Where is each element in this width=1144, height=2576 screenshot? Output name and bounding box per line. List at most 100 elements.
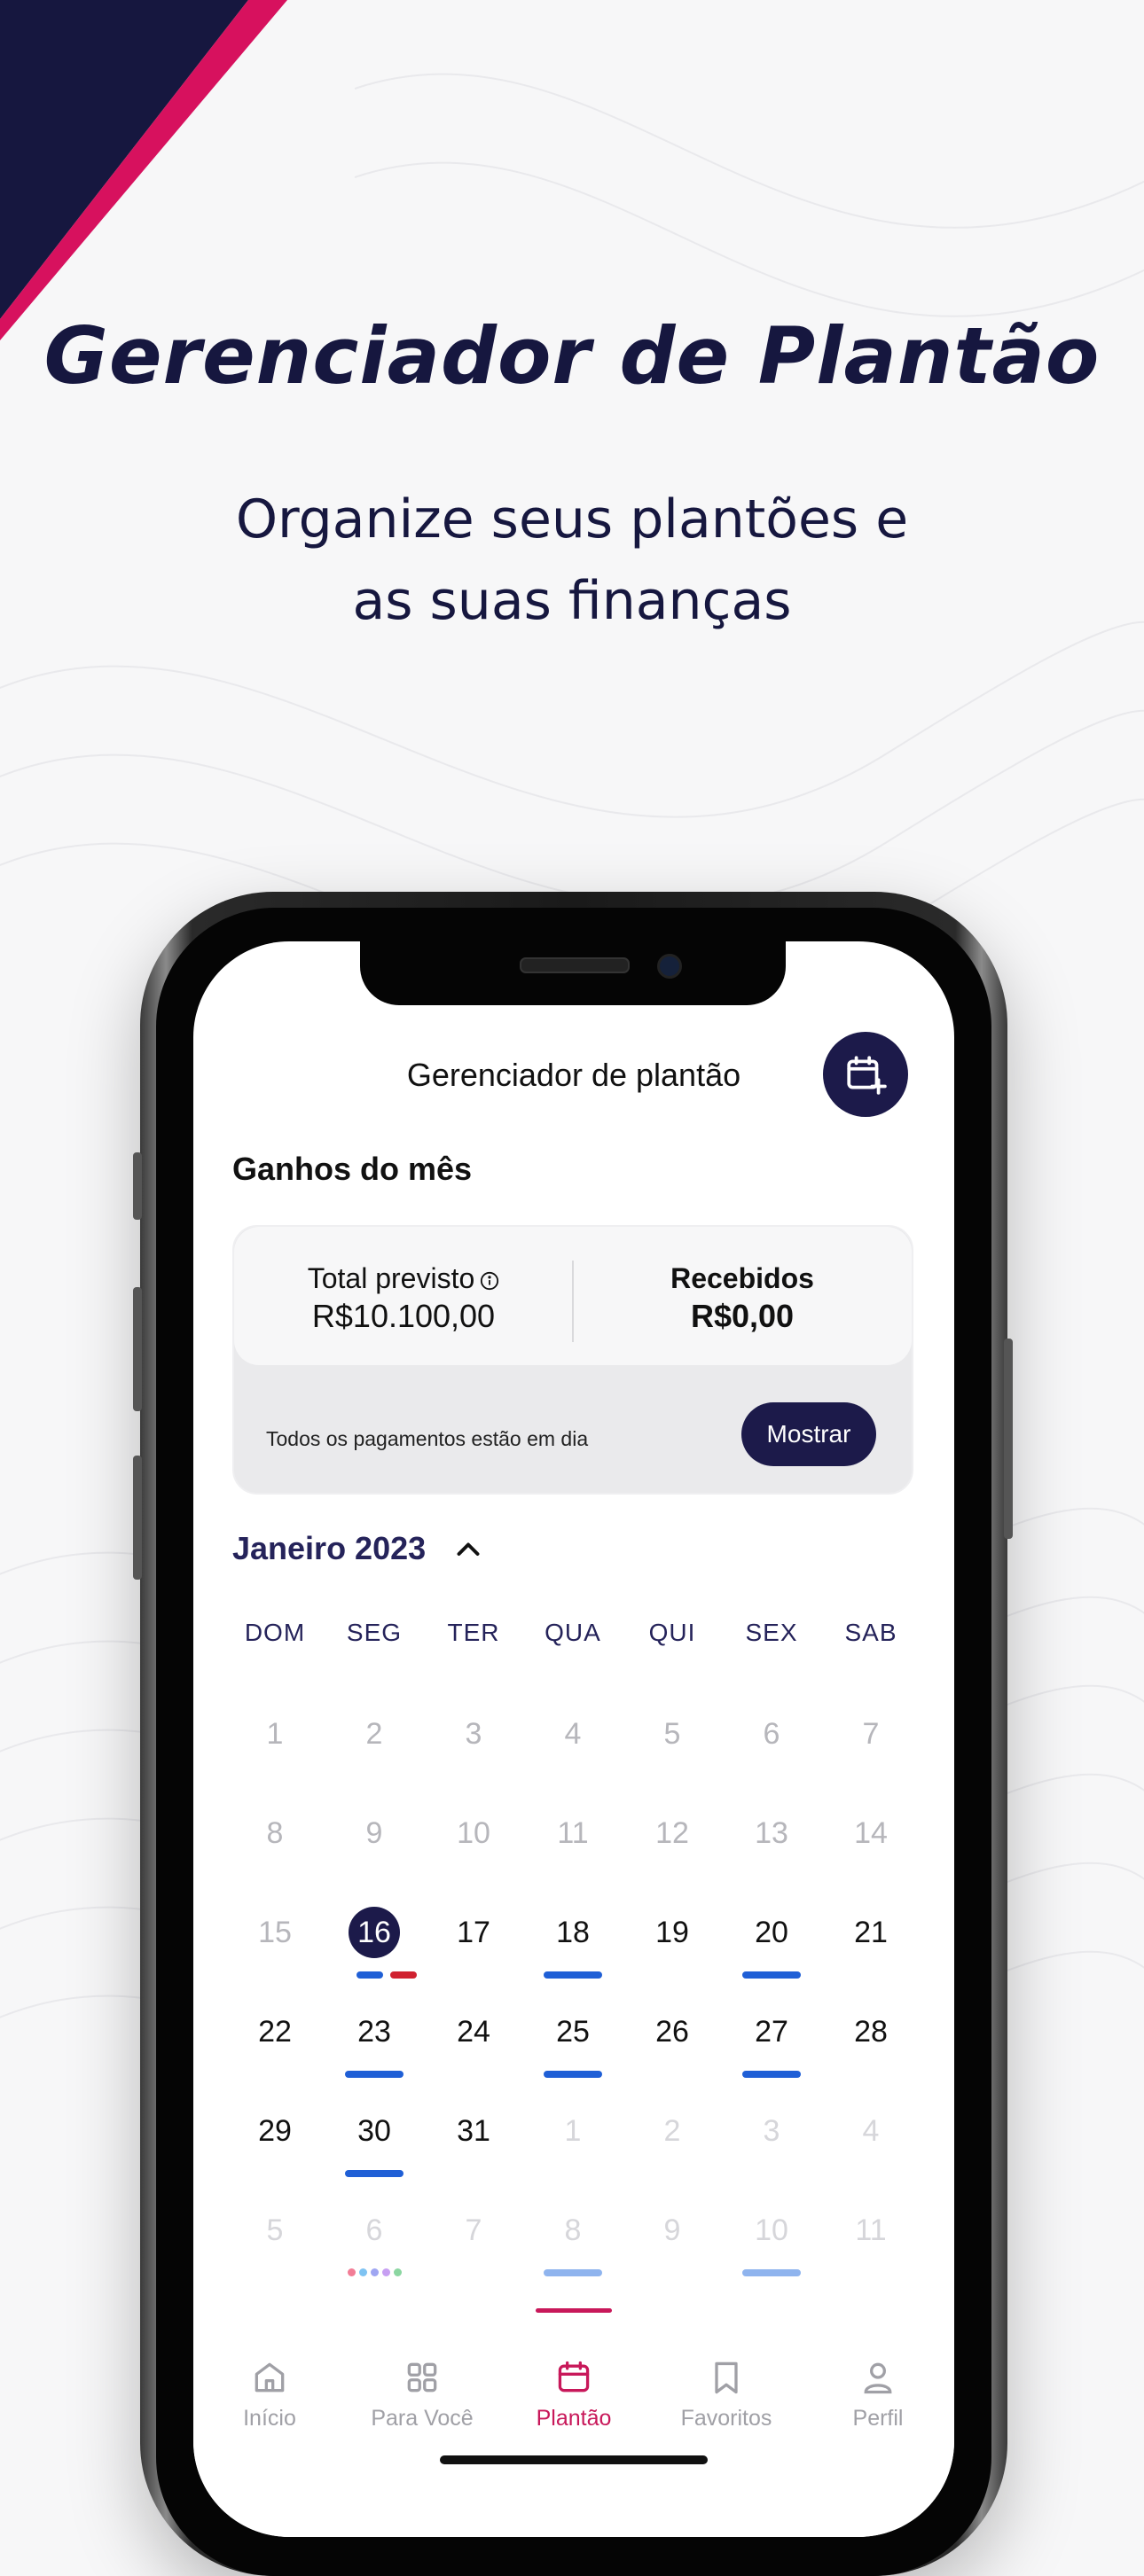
calendar-day[interactable]: 2 bbox=[623, 2081, 722, 2181]
day-number: 3 bbox=[763, 2114, 780, 2148]
show-button[interactable]: Mostrar bbox=[741, 1402, 876, 1466]
calendar-day[interactable]: 11 bbox=[821, 2181, 921, 2280]
speaker bbox=[520, 957, 630, 973]
day-number: 18 bbox=[556, 1916, 590, 1949]
calendar-day[interactable]: 11 bbox=[523, 1784, 623, 1883]
subheadline-line-2: as suas finanças bbox=[352, 570, 792, 632]
tab-para-voce[interactable]: Para Você bbox=[346, 2358, 498, 2432]
day-number: 6 bbox=[365, 2213, 383, 2247]
tab-plantao[interactable]: Plantão bbox=[498, 2358, 650, 2432]
calendar-day[interactable]: 30 bbox=[325, 2081, 424, 2181]
calendar-day[interactable]: 4 bbox=[523, 1684, 623, 1784]
calendar-day[interactable]: 6 bbox=[325, 2181, 424, 2280]
subheadline-line-1: Organize seus plantões e bbox=[235, 488, 909, 550]
calendar-day[interactable]: 31 bbox=[424, 2081, 523, 2181]
chevron-up-icon[interactable] bbox=[452, 1535, 484, 1562]
calendar-day[interactable]: 29 bbox=[225, 2081, 325, 2181]
volume-up-button bbox=[133, 1287, 142, 1411]
shift-dot bbox=[348, 2268, 356, 2276]
calendar-day[interactable]: 5 bbox=[623, 1684, 722, 1784]
day-number: 20 bbox=[755, 1916, 788, 1949]
home-indicator bbox=[440, 2455, 708, 2464]
day-number: 14 bbox=[854, 1816, 888, 1850]
calendar-day[interactable]: 3 bbox=[722, 2081, 821, 2181]
notch bbox=[360, 941, 786, 1005]
front-camera bbox=[657, 954, 682, 979]
grid-icon bbox=[407, 2362, 437, 2393]
shift-marker bbox=[357, 1971, 383, 1979]
day-number: 10 bbox=[457, 1816, 490, 1850]
total-forecast-label: Total previsto bbox=[307, 1262, 475, 1294]
calendar-day[interactable]: 13 bbox=[722, 1784, 821, 1883]
calendar-plus-icon bbox=[847, 1056, 887, 1095]
calendar-day[interactable]: 12 bbox=[623, 1784, 722, 1883]
received-value: R$0,00 bbox=[690, 1298, 795, 1334]
day-number: 8 bbox=[564, 2213, 582, 2247]
calendar-day[interactable]: 19 bbox=[623, 1883, 722, 1982]
day-number: 27 bbox=[755, 2015, 788, 2049]
month-label[interactable]: Janeiro 2023 bbox=[232, 1530, 426, 1567]
weekday-ter: TER bbox=[447, 1619, 500, 1646]
shift-dot bbox=[394, 2268, 402, 2276]
day-number: 24 bbox=[457, 2015, 490, 2049]
calendar-day[interactable]: 1 bbox=[225, 1684, 325, 1784]
headline: Gerenciador de Plantão bbox=[43, 310, 1101, 402]
calendar-day[interactable]: 8 bbox=[523, 2181, 623, 2280]
calendar-day[interactable]: 7 bbox=[424, 2181, 523, 2280]
day-number: 7 bbox=[862, 1717, 880, 1751]
tab-bar: Início Para Você Plantão Favoritos Perfi… bbox=[193, 2308, 954, 2537]
day-number: 4 bbox=[564, 1717, 582, 1751]
corner-decoration bbox=[0, 0, 287, 340]
calendar-day[interactable]: 28 bbox=[821, 1982, 921, 2081]
calendar-day[interactable]: 23 bbox=[325, 1982, 424, 2081]
day-number: 31 bbox=[457, 2114, 490, 2148]
calendar-day[interactable]: 18 bbox=[523, 1883, 623, 1982]
day-number: 5 bbox=[266, 2213, 284, 2247]
calendar-day[interactable]: 24 bbox=[424, 1982, 523, 2081]
calendar-day[interactable]: 6 bbox=[722, 1684, 821, 1784]
calendar-day[interactable]: 4 bbox=[821, 2081, 921, 2181]
info-icon[interactable] bbox=[480, 1271, 499, 1291]
calendar-day[interactable]: 22 bbox=[225, 1982, 325, 2081]
calendar-day[interactable]: 8 bbox=[225, 1784, 325, 1883]
calendar-day[interactable]: 14 bbox=[821, 1784, 921, 1883]
volume-down-button bbox=[133, 1456, 142, 1580]
phone-screen: Gerenciador de plantão Ganhos do mês Tot… bbox=[193, 941, 954, 2537]
tab-inicio[interactable]: Início bbox=[193, 2358, 346, 2432]
calendar-day[interactable]: 10 bbox=[722, 2181, 821, 2280]
calendar-day[interactable]: 21 bbox=[821, 1883, 921, 1982]
calendar-day[interactable]: 27 bbox=[722, 1982, 821, 2081]
calendar-day[interactable]: 7 bbox=[821, 1684, 921, 1784]
calendar-day[interactable]: 15 bbox=[225, 1883, 325, 1982]
calendar-day[interactable]: 20 bbox=[722, 1883, 821, 1982]
tab-perfil[interactable]: Perfil bbox=[802, 2358, 954, 2432]
shift-marker bbox=[742, 2269, 801, 2276]
calendar-day[interactable]: 9 bbox=[623, 2181, 722, 2280]
tab-label: Plantão bbox=[536, 2406, 612, 2431]
calendar-day[interactable]: 1 bbox=[523, 2081, 623, 2181]
day-number: 2 bbox=[365, 1717, 383, 1751]
calendar-day[interactable]: 25 bbox=[523, 1982, 623, 2081]
day-number: 28 bbox=[854, 2015, 888, 2049]
calendar-day-selected[interactable]: 16 bbox=[325, 1883, 424, 1982]
calendar-day[interactable]: 10 bbox=[424, 1784, 523, 1883]
calendar-day[interactable]: 9 bbox=[325, 1784, 424, 1883]
tab-favoritos[interactable]: Favoritos bbox=[650, 2358, 803, 2432]
shift-marker bbox=[544, 2071, 602, 2078]
shift-dot bbox=[371, 2268, 379, 2276]
day-number: 26 bbox=[655, 2015, 689, 2049]
calendar-day[interactable]: 5 bbox=[225, 2181, 325, 2280]
weekday-sex: SEX bbox=[745, 1619, 798, 1646]
weekday-qui: QUI bbox=[648, 1619, 696, 1646]
day-number: 23 bbox=[357, 2015, 391, 2049]
calendar-day[interactable]: 17 bbox=[424, 1883, 523, 1982]
shift-marker bbox=[345, 2170, 404, 2177]
day-number: 22 bbox=[258, 2015, 292, 2049]
day-number: 1 bbox=[266, 1717, 284, 1751]
day-number: 17 bbox=[457, 1916, 490, 1949]
calendar-day[interactable]: 2 bbox=[325, 1684, 424, 1784]
calendar-day[interactable]: 3 bbox=[424, 1684, 523, 1784]
calendar-day[interactable]: 26 bbox=[623, 1982, 722, 2081]
day-number: 15 bbox=[258, 1916, 292, 1949]
add-shift-button[interactable] bbox=[823, 1032, 908, 1117]
